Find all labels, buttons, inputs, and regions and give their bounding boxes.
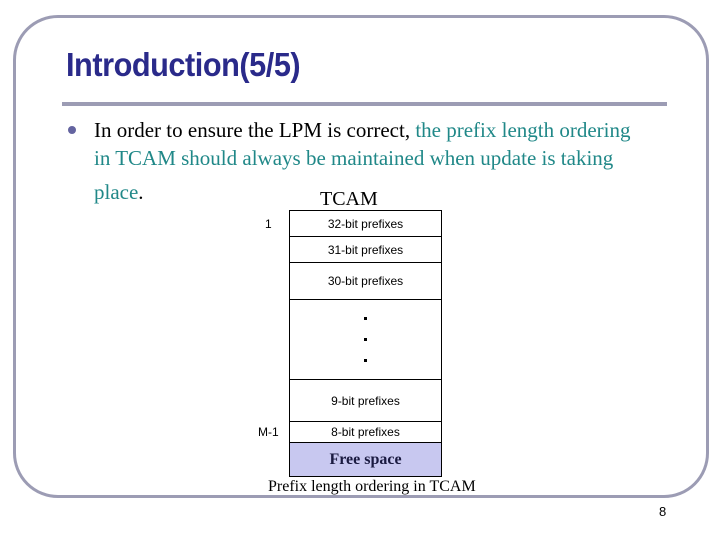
slide-title: Introduction(5/5): [66, 46, 301, 83]
tcam-table: 32-bit prefixes 31-bit prefixes 30-bit p…: [289, 210, 442, 477]
tcam-row-label: 30-bit prefixes: [327, 274, 404, 288]
ellipsis-dot: [364, 359, 367, 362]
ellipsis-dot: [364, 317, 367, 320]
tcam-row-31bit: 31-bit prefixes: [290, 237, 441, 263]
tcam-first-index: 1: [265, 217, 272, 231]
tcam-label: TCAM: [320, 188, 378, 210]
bullet-highlight-1: the prefix length ordering: [415, 118, 631, 142]
tcam-row-free-space: Free space: [290, 443, 441, 476]
tcam-row-label: 32-bit prefixes: [327, 216, 404, 231]
bullet-text: In order to ensure the LPM is correct, t…: [94, 116, 694, 206]
bullet-tail: .: [138, 180, 144, 204]
tcam-row-label: 31-bit prefixes: [327, 242, 404, 257]
tcam-row-label: 9-bit prefixes: [331, 393, 400, 408]
tcam-last-index: M-1: [258, 425, 279, 439]
ellipsis-dot: [364, 338, 367, 341]
tcam-row-label: Free space: [329, 450, 402, 468]
tcam-row-ellipsis: [290, 300, 441, 380]
title-divider: [62, 102, 667, 106]
bullet-highlight-2: in TCAM should always be maintained when…: [94, 146, 614, 170]
tcam-row-32bit: 32-bit prefixes: [290, 211, 441, 237]
bullet-dot-icon: [68, 126, 76, 134]
page-number: 8: [659, 504, 667, 519]
tcam-row-9bit: 9-bit prefixes: [290, 380, 441, 422]
tcam-row-label: 8-bit prefixes: [331, 425, 400, 439]
bullet-line-1: In order to ensure the LPM is correct, t…: [94, 116, 694, 144]
bullet-line-3: place.: [94, 178, 694, 206]
tcam-row-30bit: 30-bit prefixes: [290, 263, 441, 300]
bullet-highlight-3: place: [94, 180, 139, 204]
diagram-caption: Prefix length ordering in TCAM: [268, 478, 476, 495]
bullet-plain-text: In order to ensure the LPM is correct,: [94, 118, 416, 142]
tcam-row-8bit: 8-bit prefixes: [290, 422, 441, 443]
